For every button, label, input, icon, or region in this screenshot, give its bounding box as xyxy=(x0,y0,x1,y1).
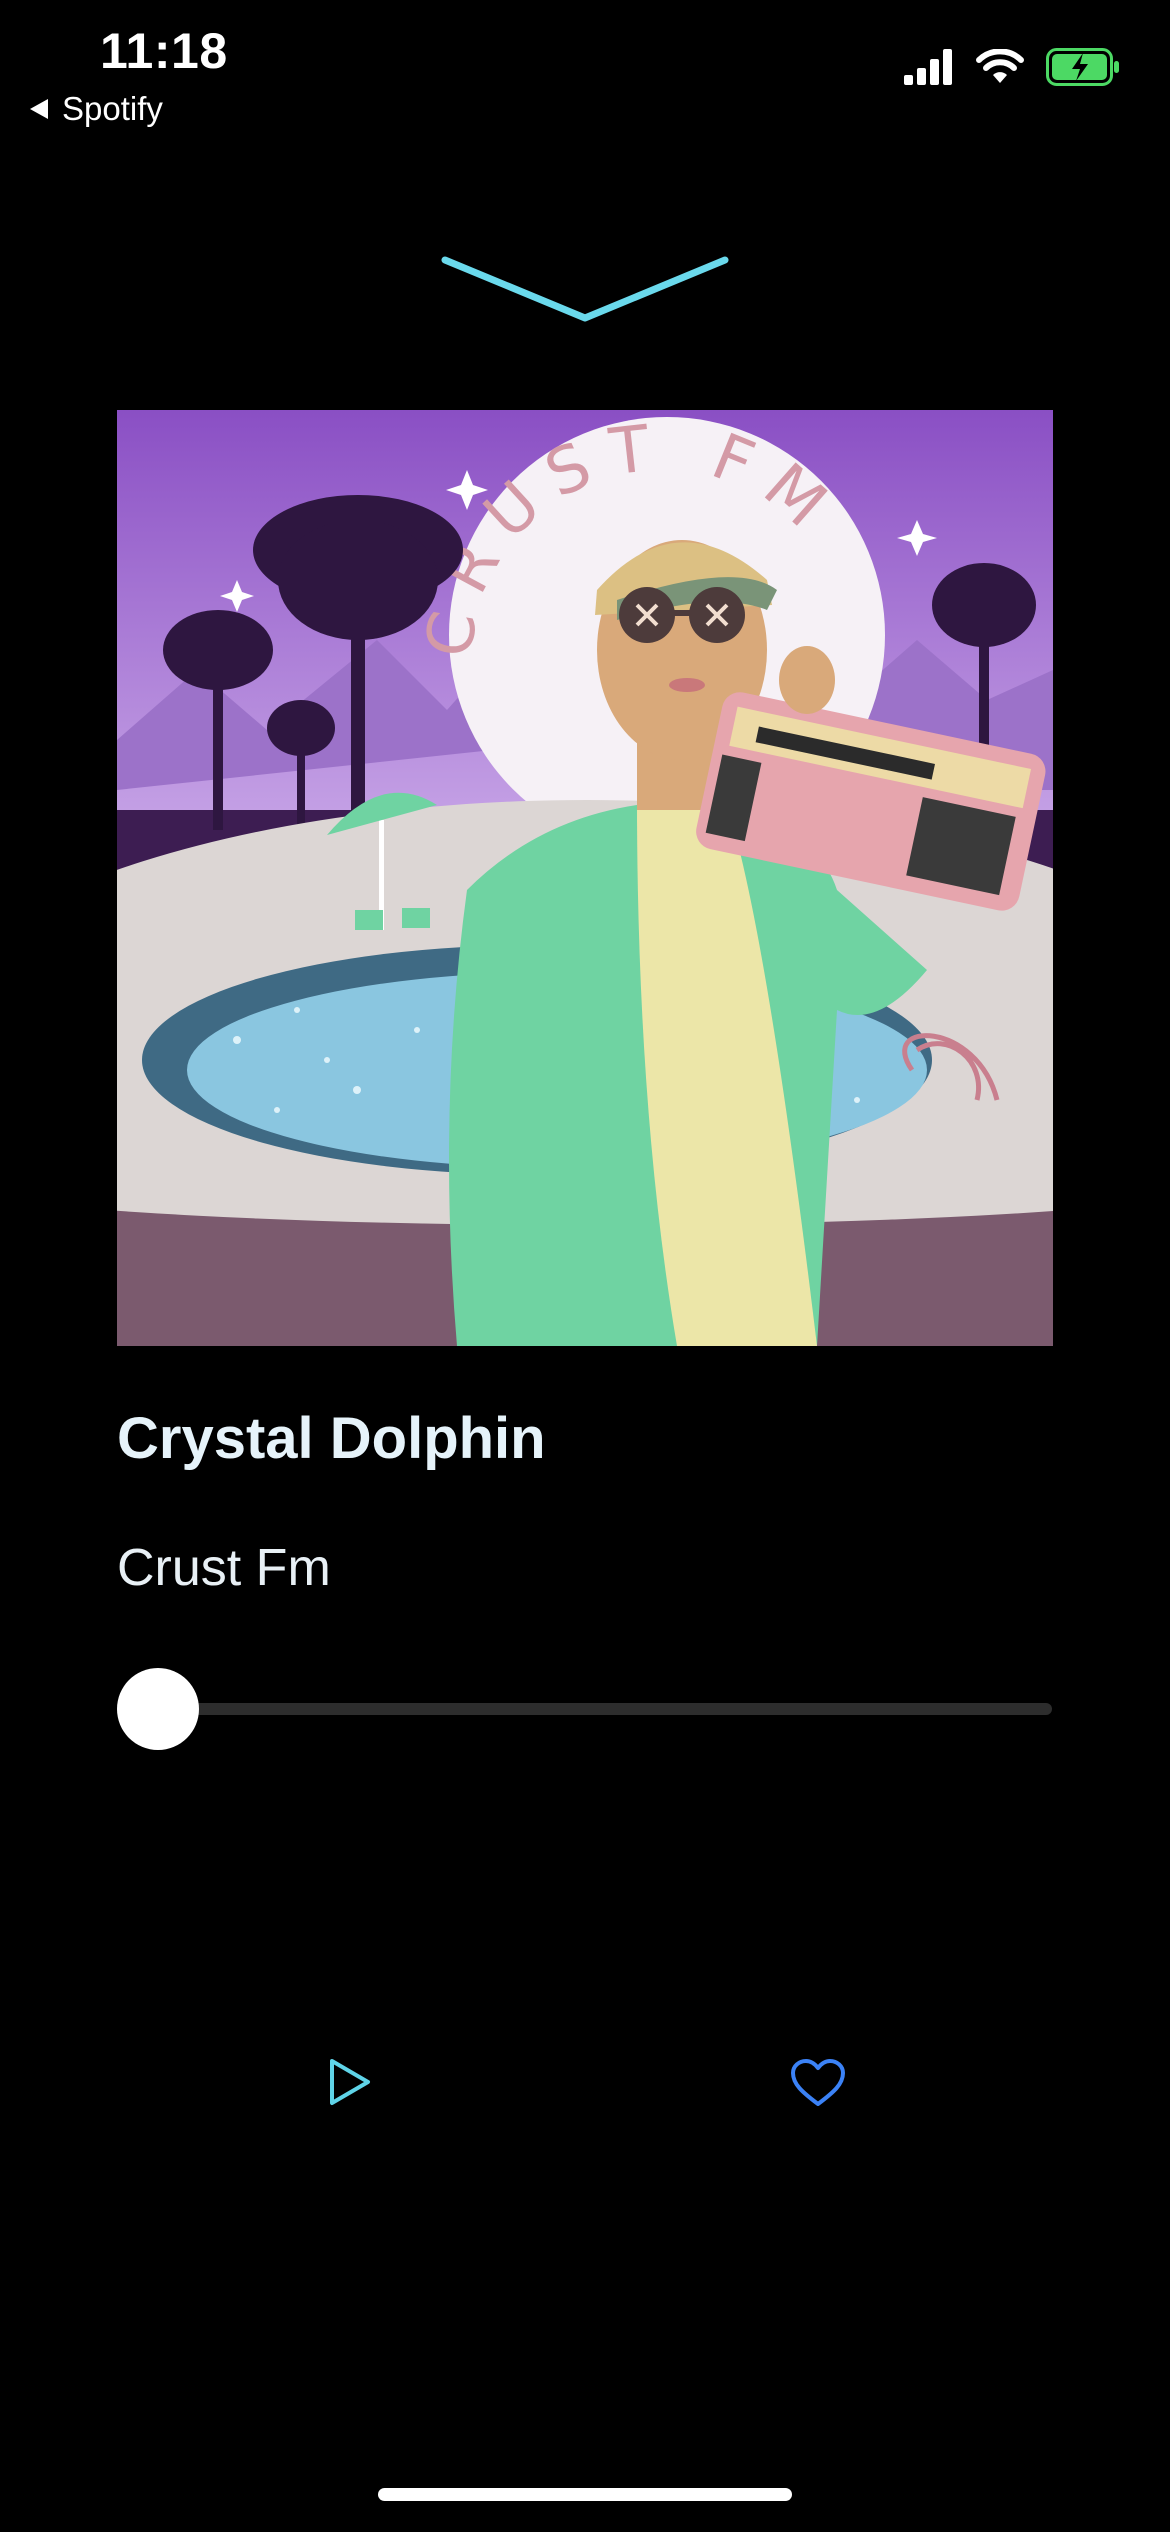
album-art: CRUST FM xyxy=(117,410,1053,1346)
play-button[interactable] xyxy=(318,2050,382,2114)
album-art-illustration: CRUST FM xyxy=(117,410,1053,1346)
back-to-spotify-link[interactable]: Spotify xyxy=(30,90,163,128)
progress-track[interactable] xyxy=(117,1703,1052,1715)
like-button[interactable] xyxy=(788,2055,848,2111)
track-title: Crystal Dolphin xyxy=(117,1406,546,1471)
signal-icon xyxy=(904,49,952,85)
battery-charging-icon xyxy=(1046,48,1119,86)
back-arrow-icon xyxy=(30,99,48,119)
back-link-label: Spotify xyxy=(62,90,163,127)
status-icons xyxy=(904,48,1120,86)
progress-thumb[interactable] xyxy=(117,1668,199,1750)
home-indicator[interactable] xyxy=(378,2488,792,2501)
wifi-icon xyxy=(976,49,1024,83)
collapse-chevron-icon[interactable] xyxy=(440,250,730,330)
status-time: 11:18 xyxy=(100,23,228,79)
heart-icon xyxy=(791,2059,845,2106)
artist-name[interactable]: Crust Fm xyxy=(117,1538,331,1598)
play-icon xyxy=(330,2059,370,2105)
